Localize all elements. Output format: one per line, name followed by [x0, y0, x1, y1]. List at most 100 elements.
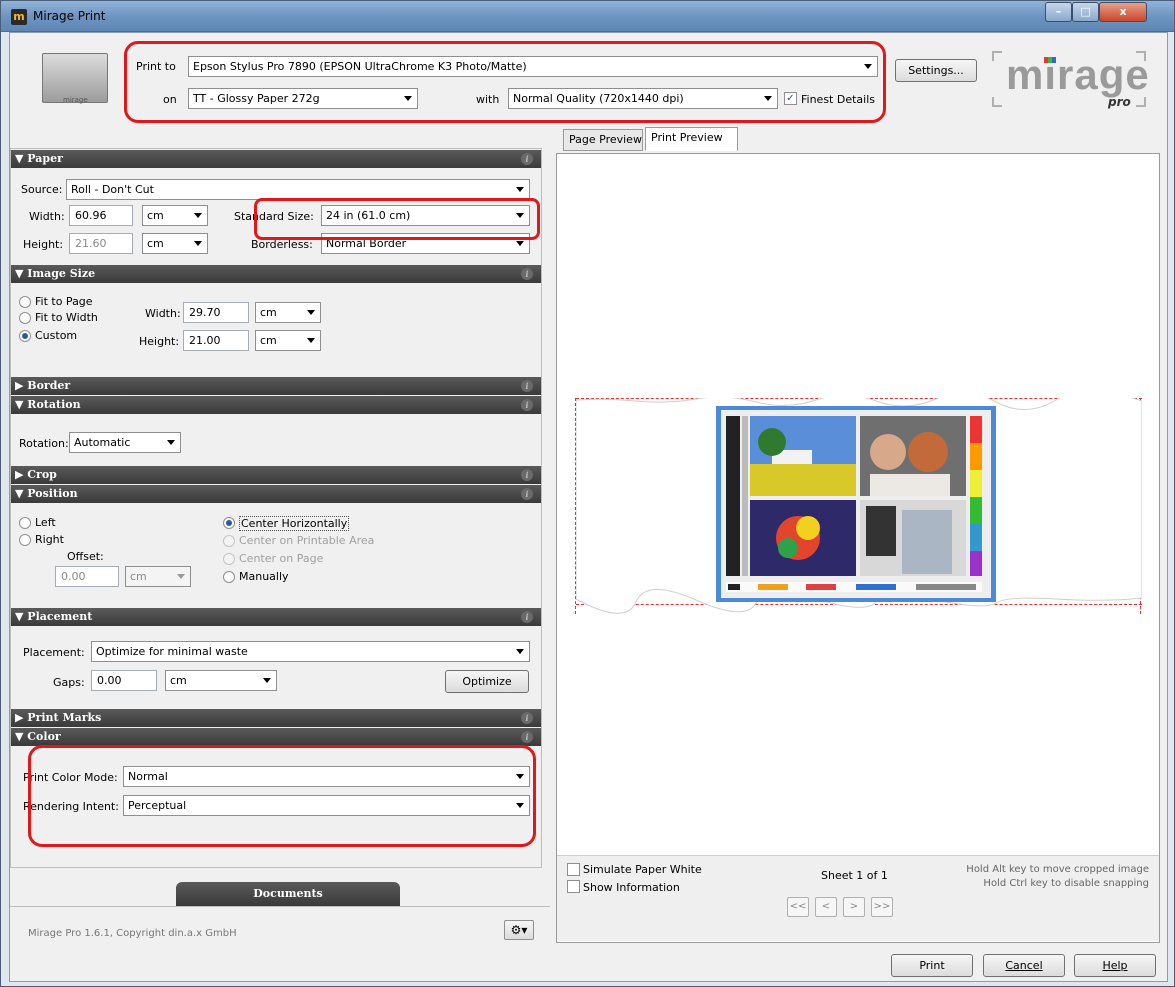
offset-input[interactable]: 0.00	[55, 566, 119, 587]
print-preview-area[interactable]: Simulate Paper White Show Information Sh…	[556, 153, 1160, 943]
gaps-unit-value: cm	[170, 674, 187, 687]
next-sheet-button[interactable]: >	[843, 897, 865, 917]
rotation-select[interactable]: Automatic	[69, 432, 181, 453]
info-icon[interactable]: i	[521, 712, 533, 724]
gaps-input[interactable]: 0.00	[91, 670, 157, 691]
media-select[interactable]: TT - Glossy Paper 272g	[188, 88, 418, 109]
image-height-input[interactable]: 21.00	[183, 330, 249, 351]
chevron-down-icon	[764, 96, 772, 101]
chevron-down-icon	[167, 440, 175, 445]
image-width-unit[interactable]: cm	[255, 302, 321, 323]
center-printable-radio[interactable]	[223, 535, 235, 547]
hint-ctrl: Hold Ctrl key to disable snapping	[983, 878, 1149, 889]
manually-radio[interactable]	[223, 571, 235, 583]
center-printable-label: Center on Printable Area	[239, 534, 375, 547]
color-mode-label: Print Color Mode:	[23, 771, 118, 784]
last-sheet-button[interactable]: >>	[871, 897, 893, 917]
section-title: Rotation	[27, 398, 81, 411]
position-left-radio[interactable]	[19, 517, 31, 529]
custom-label: Custom	[35, 329, 78, 342]
center-page-radio[interactable]	[223, 553, 235, 565]
paper-height-input[interactable]: 21.60	[69, 233, 133, 254]
documents-footer: Documents Mirage Pro 1.6.1, Copyright di…	[10, 868, 550, 948]
section-header-crop[interactable]: ▶ Crop i	[11, 466, 541, 484]
paper-width-label: Width:	[29, 210, 65, 223]
optimize-button[interactable]: Optimize	[445, 670, 529, 693]
chevron-down-icon	[404, 96, 412, 101]
section-header-image-size[interactable]: ▼ Image Size i	[11, 265, 541, 283]
cancel-button[interactable]: Cancel	[983, 954, 1065, 977]
help-button[interactable]: Help	[1074, 954, 1156, 977]
logo-suffix: pro	[1108, 95, 1131, 109]
section-header-border[interactable]: ▶ Border i	[11, 377, 541, 395]
printer-icon: mirage	[42, 53, 108, 104]
info-icon[interactable]: i	[521, 153, 533, 165]
media-select-value: TT - Glossy Paper 272g	[193, 92, 320, 105]
section-title: Crop	[27, 468, 57, 481]
offset-unit[interactable]: cm	[125, 566, 191, 587]
info-icon[interactable]: i	[521, 488, 533, 500]
section-header-print-marks[interactable]: ▶ Print Marks i	[11, 709, 541, 727]
section-header-position[interactable]: ▼ Position i	[11, 485, 541, 503]
close-button[interactable]: x	[1099, 2, 1147, 22]
maximize-button[interactable]: □	[1072, 2, 1099, 22]
settings-button[interactable]: Settings...	[895, 59, 977, 82]
tab-print-preview[interactable]: Print Preview	[645, 127, 738, 151]
tab-page-preview[interactable]: Page Preview	[563, 129, 643, 151]
section-title: Paper	[27, 152, 63, 165]
quality-select[interactable]: Normal Quality (720x1440 dpi)	[508, 88, 778, 109]
rotation-value: Automatic	[74, 436, 131, 449]
documents-tab[interactable]: Documents	[176, 882, 400, 906]
printer-select[interactable]: Epson Stylus Pro 7890 (EPSON UltraChrome…	[188, 56, 878, 77]
printer-badge: mirage	[63, 96, 88, 104]
finest-details-checkbox[interactable]: ✓	[784, 92, 797, 105]
info-icon[interactable]: i	[521, 380, 533, 392]
minimize-button[interactable]: –	[1045, 2, 1072, 22]
custom-radio[interactable]	[19, 330, 31, 342]
gear-icon[interactable]: ⚙▾	[504, 920, 534, 940]
quality-select-value: Normal Quality (720x1440 dpi)	[513, 92, 684, 105]
title-bar[interactable]: m Mirage Print – □ x	[1, 1, 1174, 32]
section-header-placement[interactable]: ▼ Placement i	[11, 608, 541, 626]
simulate-paper-white-checkbox[interactable]	[567, 863, 580, 876]
info-icon[interactable]: i	[521, 611, 533, 623]
prev-sheet-button[interactable]: <	[815, 897, 837, 917]
source-select[interactable]: Roll - Don't Cut	[66, 179, 530, 200]
on-label: on	[163, 93, 177, 106]
image-width-label: Width:	[145, 307, 181, 320]
center-horizontally-radio[interactable]	[223, 517, 235, 529]
test-print-image[interactable]	[576, 398, 1142, 614]
chevron-down-icon	[263, 678, 271, 683]
section-header-color[interactable]: ▼ Color i	[11, 728, 541, 746]
color-mode-value: Normal	[128, 770, 168, 783]
section-header-paper[interactable]: ▼ Paper i	[11, 150, 541, 168]
first-sheet-button[interactable]: <<	[787, 897, 809, 917]
show-information-checkbox[interactable]	[567, 880, 580, 893]
rendering-intent-select[interactable]: Perceptual	[123, 795, 530, 816]
info-icon[interactable]: i	[521, 399, 533, 411]
section-header-rotation[interactable]: ▼ Rotation i	[11, 396, 541, 414]
image-height-unit-value: cm	[260, 334, 277, 347]
position-right-radio[interactable]	[19, 534, 31, 546]
borderless-select[interactable]: Normal Border	[321, 233, 530, 254]
standard-size-select[interactable]: 24 in (61.0 cm)	[321, 205, 530, 226]
rotation-label: Rotation:	[19, 437, 69, 450]
placement-select[interactable]: Optimize for minimal waste	[91, 641, 530, 662]
logo-corner-tl	[992, 51, 1002, 61]
printer-select-value: Epson Stylus Pro 7890 (EPSON UltraChrome…	[193, 60, 527, 73]
paper-width-input[interactable]: 60.96	[69, 205, 133, 226]
fit-to-page-radio[interactable]	[19, 296, 31, 308]
info-icon[interactable]: i	[521, 469, 533, 481]
image-height-unit[interactable]: cm	[255, 330, 321, 351]
paper-height-unit[interactable]: cm	[142, 233, 208, 254]
fit-to-width-radio[interactable]	[19, 312, 31, 324]
image-width-input[interactable]: 29.70	[183, 302, 249, 323]
info-icon[interactable]: i	[521, 731, 533, 743]
color-mode-select[interactable]: Normal	[123, 766, 530, 787]
center-page-label: Center on Page	[239, 552, 324, 565]
print-button[interactable]: Print	[891, 954, 973, 977]
paper-width-unit[interactable]: cm	[142, 205, 208, 226]
mirage-pro-logo: mirage pro	[990, 49, 1150, 109]
info-icon[interactable]: i	[521, 268, 533, 280]
gaps-unit[interactable]: cm	[165, 670, 277, 691]
